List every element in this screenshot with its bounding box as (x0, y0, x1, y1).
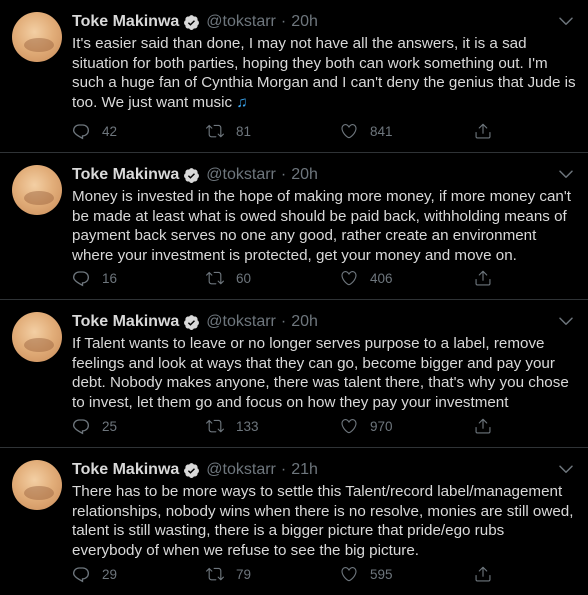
tweet-actions: 29 79 595 (72, 563, 576, 585)
share-button[interactable] (474, 417, 504, 435)
reply-icon (72, 271, 90, 287)
author-handle[interactable]: @tokstarr (206, 461, 276, 479)
tweet-text: It's easier said than done, I may not ha… (72, 34, 576, 112)
author-handle[interactable]: @tokstarr (206, 13, 276, 31)
reply-count: 25 (102, 418, 118, 434)
tweet-header: Toke Makinwa @tokstarr · 21h (72, 458, 576, 482)
like-icon (341, 419, 357, 434)
reply-button[interactable]: 25 (72, 417, 206, 435)
retweet-count: 79 (236, 566, 252, 582)
timestamp[interactable]: 21h (291, 461, 318, 479)
retweet-button[interactable]: 79 (206, 565, 340, 583)
reply-icon (72, 124, 90, 140)
more-icon[interactable] (556, 460, 576, 480)
retweet-button[interactable]: 60 (206, 269, 340, 287)
tweet-body: It's easier said than done, I may not ha… (72, 35, 576, 111)
share-button[interactable] (474, 122, 504, 140)
tweet-feed: Toke Makinwa @tokstarr · 20h It's easier… (0, 0, 588, 595)
share-icon (475, 418, 491, 434)
separator: · (280, 13, 287, 30)
separator: · (280, 313, 287, 330)
tweet-header: Toke Makinwa @tokstarr · 20h (72, 310, 576, 334)
author-name[interactable]: Toke Makinwa (72, 461, 179, 479)
tweet[interactable]: Toke Makinwa @tokstarr · 20h If Talent w… (0, 300, 588, 448)
tweet-actions: 42 81 841 (72, 120, 576, 142)
avatar[interactable] (12, 165, 62, 215)
more-icon[interactable] (556, 165, 576, 185)
share-button[interactable] (474, 565, 504, 583)
retweet-button[interactable]: 81 (206, 122, 340, 140)
reply-icon (72, 419, 90, 435)
like-button[interactable]: 406 (340, 269, 474, 287)
separator: · (280, 166, 287, 183)
timestamp[interactable]: 20h (291, 166, 318, 184)
verified-icon (184, 314, 200, 330)
tweet[interactable]: Toke Makinwa @tokstarr · 20h Money is in… (0, 153, 588, 300)
like-button[interactable]: 970 (340, 417, 474, 435)
like-icon (341, 567, 357, 582)
like-count: 841 (370, 123, 393, 139)
retweet-icon (206, 419, 224, 433)
verified-icon (184, 167, 200, 183)
avatar[interactable] (12, 312, 62, 362)
retweet-icon (206, 567, 224, 581)
like-count: 595 (370, 566, 393, 582)
tweet-text: There has to be more ways to settle this… (72, 483, 574, 559)
retweet-icon (206, 271, 224, 285)
retweet-icon (206, 124, 224, 138)
tweet-actions: 16 60 406 (72, 267, 576, 289)
share-icon (475, 123, 491, 139)
more-icon[interactable] (556, 12, 576, 32)
reply-button[interactable]: 42 (72, 122, 206, 140)
more-icon[interactable] (556, 312, 576, 332)
tweet[interactable]: Toke Makinwa @tokstarr · 20h It's easier… (0, 0, 588, 153)
tweet-header: Toke Makinwa @tokstarr · 20h (72, 10, 576, 34)
reply-button[interactable]: 29 (72, 565, 206, 583)
timestamp[interactable]: 20h (291, 13, 318, 31)
retweet-count: 60 (236, 270, 252, 286)
author-handle[interactable]: @tokstarr (206, 166, 276, 184)
music-note-icon: ♫ (236, 93, 248, 111)
like-icon (341, 124, 357, 139)
share-icon (475, 270, 491, 286)
retweet-count: 133 (236, 418, 259, 434)
author-handle[interactable]: @tokstarr (206, 313, 276, 331)
share-icon (475, 566, 491, 582)
reply-icon (72, 567, 90, 583)
verified-icon (184, 462, 200, 478)
reply-button[interactable]: 16 (72, 269, 206, 287)
share-button[interactable] (474, 269, 504, 287)
tweet-header: Toke Makinwa @tokstarr · 20h (72, 163, 576, 187)
avatar[interactable] (12, 12, 62, 62)
verified-icon (184, 14, 200, 30)
tweet[interactable]: Toke Makinwa @tokstarr · 21h There has t… (0, 448, 588, 595)
like-count: 406 (370, 270, 393, 286)
like-button[interactable]: 595 (340, 565, 474, 583)
tweet-actions: 25 133 970 (72, 415, 576, 437)
avatar[interactable] (12, 460, 62, 510)
author-name[interactable]: Toke Makinwa (72, 166, 179, 184)
like-icon (341, 271, 357, 286)
retweet-button[interactable]: 133 (206, 417, 340, 435)
tweet-text: Money is invested in the hope of making … (72, 188, 571, 264)
retweet-count: 81 (236, 123, 252, 139)
author-name[interactable]: Toke Makinwa (72, 313, 179, 331)
timestamp[interactable]: 20h (291, 313, 318, 331)
like-button[interactable]: 841 (340, 122, 474, 140)
author-name[interactable]: Toke Makinwa (72, 13, 179, 31)
like-count: 970 (370, 418, 393, 434)
reply-count: 42 (102, 123, 118, 139)
reply-count: 29 (102, 566, 118, 582)
reply-count: 16 (102, 270, 118, 286)
tweet-text: If Talent wants to leave or no longer se… (72, 335, 569, 411)
separator: · (280, 461, 287, 478)
